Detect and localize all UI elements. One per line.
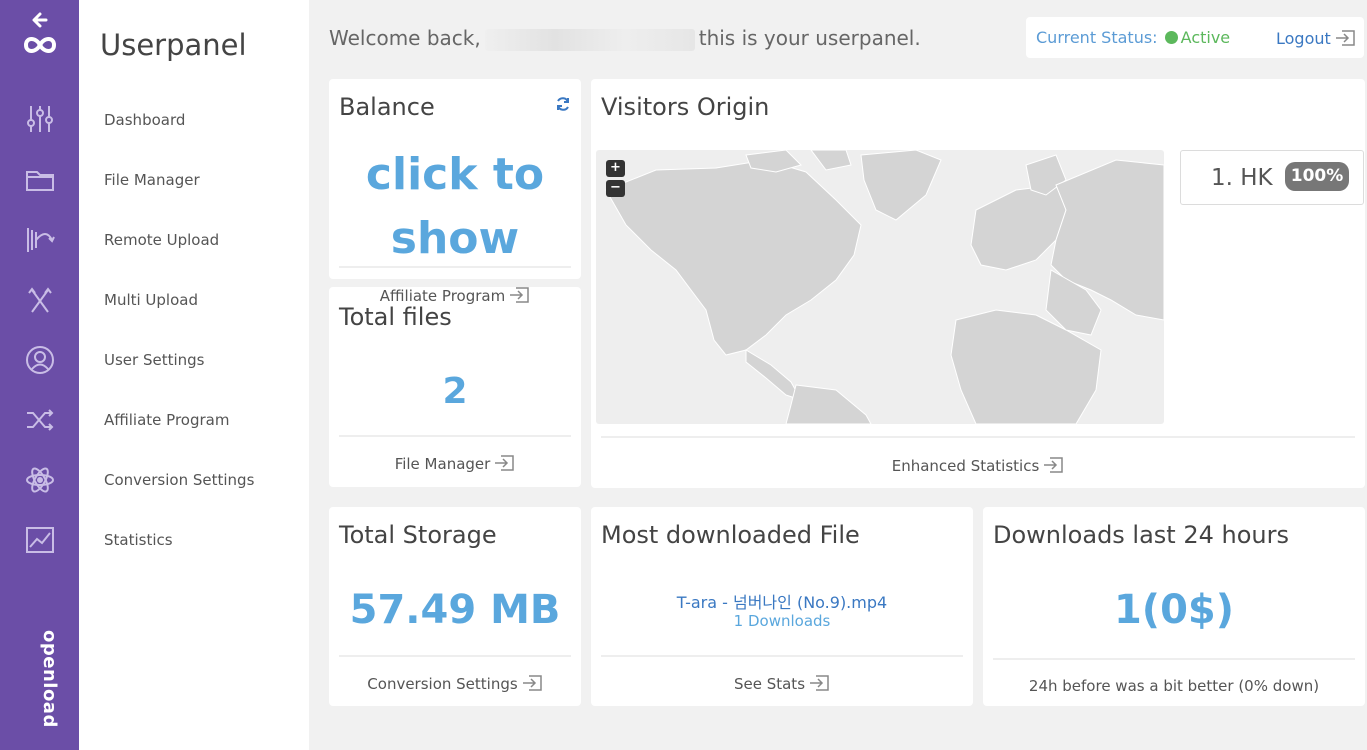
link-arrow-icon xyxy=(810,675,829,691)
multi-upload-icon[interactable] xyxy=(24,284,56,316)
world-map-graphic xyxy=(605,150,1164,424)
sidebar-item-user-settings[interactable]: User Settings xyxy=(104,351,204,369)
card-divider xyxy=(339,266,571,268)
sidebar: Userpanel Dashboard File Manager Remote … xyxy=(79,0,309,750)
total-files-card: Total files 2 File Manager xyxy=(329,287,581,487)
welcome-message: Welcome back, this is your userpanel. xyxy=(329,26,921,51)
card-divider xyxy=(339,435,571,437)
see-stats-link-label: See Stats xyxy=(733,675,806,693)
link-arrow-icon xyxy=(495,455,515,471)
icon-rail: openload xyxy=(0,0,79,750)
see-stats-link[interactable]: See Stats xyxy=(591,673,973,693)
conversion-settings-link[interactable]: Conversion Settings xyxy=(329,673,581,693)
sidebar-item-affiliate-program[interactable]: Affiliate Program xyxy=(104,411,229,429)
downloads-24h-title: Downloads last 24 hours xyxy=(993,521,1289,549)
enhanced-statistics-link[interactable]: Enhanced Statistics xyxy=(591,455,1365,475)
card-divider xyxy=(601,655,963,657)
logout-label: Logout xyxy=(1276,29,1331,48)
downloads-24h-comparison: 24h before was a bit better (0% down) xyxy=(1028,677,1320,695)
sidebar-item-statistics[interactable]: Statistics xyxy=(104,531,173,549)
sidebar-item-remote-upload[interactable]: Remote Upload xyxy=(104,231,219,249)
sidebar-title: Userpanel xyxy=(100,28,247,62)
sidebar-item-dashboard[interactable]: Dashboard xyxy=(104,111,185,129)
infinity-logo-icon[interactable] xyxy=(21,32,59,58)
country-rank: 1. HK 100% xyxy=(1180,150,1364,205)
folder-icon[interactable] xyxy=(24,164,56,196)
remote-upload-icon[interactable] xyxy=(24,224,56,256)
file-manager-link[interactable]: File Manager xyxy=(329,453,581,473)
refresh-icon[interactable] xyxy=(555,96,571,112)
world-map[interactable]: + − xyxy=(596,150,1164,424)
status-value: Active xyxy=(1180,28,1231,47)
balance-title: Balance xyxy=(339,93,435,121)
current-status: Current Status: Active xyxy=(1036,28,1230,47)
balance-reveal-button[interactable]: click to show xyxy=(329,143,581,271)
logout-link[interactable]: Logout xyxy=(1276,28,1356,48)
balance-card: Balance click to show xyxy=(329,79,581,279)
enhanced-statistics-link-label: Enhanced Statistics xyxy=(891,457,1040,475)
total-storage-title: Total Storage xyxy=(339,521,497,549)
status-label: Current Status: xyxy=(1036,28,1158,47)
country-rank-label: 1. HK xyxy=(1211,165,1273,191)
atom-icon[interactable] xyxy=(24,464,56,496)
most-downloaded-card: Most downloaded File T-ara - 넘버나인 (No.9)… xyxy=(591,507,973,706)
welcome-prefix: Welcome back, xyxy=(329,26,481,50)
brand-wordmark: openload xyxy=(39,630,60,728)
map-zoom-in-button[interactable]: + xyxy=(606,160,625,177)
affiliate-program-link-label: Affiliate Program xyxy=(379,287,506,305)
total-files-value: 2 xyxy=(442,371,468,412)
back-arrow-icon[interactable] xyxy=(30,10,50,30)
sliders-icon[interactable] xyxy=(24,103,56,135)
country-percent-badge: 100% xyxy=(1285,162,1349,191)
card-divider xyxy=(339,655,571,657)
visitors-origin-title: Visitors Origin xyxy=(601,93,770,121)
link-arrow-icon xyxy=(510,287,529,303)
chart-icon[interactable] xyxy=(24,524,56,556)
most-downloaded-title: Most downloaded File xyxy=(601,521,860,549)
card-divider xyxy=(601,436,1355,438)
logout-arrow-icon xyxy=(1335,30,1355,46)
downloads-24h-value: 1(0$) xyxy=(1113,587,1235,633)
most-downloaded-file-link[interactable]: T-ara - 넘버나인 (No.9).mp4 xyxy=(591,589,973,613)
status-dot-icon xyxy=(1164,31,1178,44)
file-manager-link-label: File Manager xyxy=(394,455,491,473)
affiliate-program-link[interactable]: Affiliate Program xyxy=(329,285,581,305)
visitors-origin-card: Visitors Origin + − 1. HK 100% Enhanced … xyxy=(591,79,1365,488)
total-files-title: Total files xyxy=(339,303,452,331)
conversion-settings-link-label: Conversion Settings xyxy=(367,675,518,693)
user-icon[interactable] xyxy=(24,344,56,376)
link-arrow-icon xyxy=(522,675,542,691)
most-downloaded-count: 1 Downloads xyxy=(733,612,831,630)
redacted-username xyxy=(484,28,695,51)
card-divider xyxy=(993,658,1355,660)
status-bar: Current Status: Active Logout xyxy=(1026,17,1364,58)
total-storage-value: 57.49 MB xyxy=(349,587,561,633)
sidebar-item-multi-upload[interactable]: Multi Upload xyxy=(104,291,198,309)
sidebar-item-conversion-settings[interactable]: Conversion Settings xyxy=(104,471,254,489)
welcome-suffix: this is your userpanel. xyxy=(698,26,921,50)
link-arrow-icon xyxy=(1044,457,1064,473)
shuffle-icon[interactable] xyxy=(24,404,56,436)
total-storage-card: Total Storage 57.49 MB Conversion Settin… xyxy=(329,507,581,706)
map-zoom-out-button[interactable]: − xyxy=(606,180,625,197)
sidebar-item-file-manager[interactable]: File Manager xyxy=(104,171,200,189)
downloads-24h-card: Downloads last 24 hours 1(0$) 24h before… xyxy=(983,507,1365,706)
